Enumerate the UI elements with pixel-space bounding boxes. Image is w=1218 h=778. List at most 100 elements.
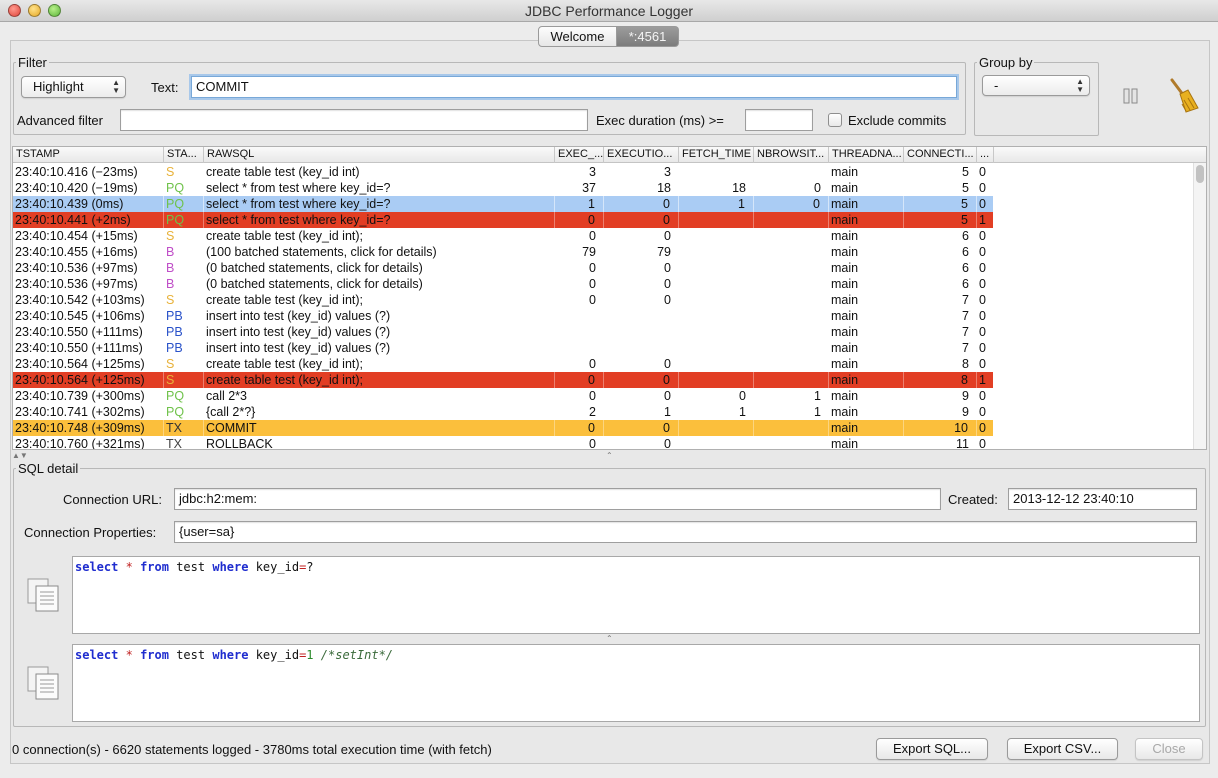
cell-timestamp: 23:40:10.545 (+106ms) [15, 309, 145, 323]
export-sql-button[interactable]: Export SQL... [876, 738, 988, 760]
splitter-arrows-icon[interactable]: ▲▼ [12, 451, 28, 460]
group-by-select[interactable]: - ▲ ▼ [982, 75, 1090, 96]
copy-raw-sql-icon[interactable] [26, 577, 60, 613]
cell-timestamp: 23:40:10.550 (+111ms) [15, 341, 143, 355]
cell-error: 0 [979, 437, 986, 450]
table-row[interactable]: 23:40:10.545 (+106ms) PB insert into test … [13, 308, 993, 324]
cell-connection: 6 [962, 245, 969, 259]
table-row[interactable]: 23:40:10.439 (0ms) PQ select * from test w… [13, 196, 994, 212]
tab-connection[interactable]: *:4561 [617, 26, 679, 47]
cell-raw-sql: create table test (key_id int); [206, 229, 364, 243]
cell-timestamp: 23:40:10.454 (+15ms) [15, 229, 138, 243]
cell-exec-time: 2 [589, 405, 596, 419]
table-scrollbar[interactable] [1193, 163, 1206, 449]
column-header[interactable]: TSTAMP [13, 147, 164, 163]
cell-nb-rows [754, 260, 829, 276]
cell-exec-time: 0 [555, 212, 604, 228]
cell-raw-sql: (100 batched statements, click for detai… [206, 245, 437, 259]
table-row[interactable]: 23:40:10.760 (+321ms) TX ROLLBACK 0 0 main 11 0 [13, 436, 993, 450]
exclude-commits-label: Exclude commits [848, 113, 947, 128]
column-header[interactable]: CONNECTI... [904, 147, 977, 163]
table-row[interactable]: 23:40:10.550 (+111ms) PB insert into test … [13, 324, 993, 340]
copy-filled-sql-icon[interactable] [26, 665, 60, 701]
export-csv-button[interactable]: Export CSV... [1007, 738, 1118, 760]
exec-duration-input[interactable] [745, 109, 813, 131]
filter-text-input[interactable]: COMMIT [191, 76, 957, 98]
cell-execution-time: 0 [604, 196, 679, 212]
table-row[interactable]: 23:40:10.536 (+97ms) B (0 batched statemen… [13, 260, 993, 276]
sql-splitter-handle-icon[interactable]: ⌃ [606, 634, 613, 643]
cell-status: S [166, 293, 175, 307]
cell-timestamp: 23:40:10.441 (+2ms) [13, 212, 164, 228]
column-header[interactable]: FETCH_TIME [679, 147, 754, 163]
table-row[interactable]: 23:40:10.455 (+16ms) B (100 batched statem… [13, 244, 993, 260]
filter-mode-select[interactable]: Highlight ▲ ▼ [21, 76, 126, 98]
cell-nb-rows: 0 [754, 196, 829, 212]
cell-error: 0 [979, 357, 986, 371]
created-field[interactable]: 2013-12-12 23:40:10 [1008, 488, 1197, 510]
table-scroll-thumb[interactable] [1196, 165, 1204, 183]
table-row[interactable]: 23:40:10.454 (+15ms) Screate table test (… [13, 228, 993, 244]
table-row[interactable]: 23:40:10.420 (−19ms) PQ select * from test… [13, 180, 993, 196]
cell-exec-time: 0 [589, 389, 596, 403]
window-title: JDBC Performance Logger [524, 3, 694, 19]
cell-execution-time: 0 [664, 389, 671, 403]
exclude-commits-checkbox[interactable] [828, 113, 842, 127]
table-row[interactable]: 23:40:10.550 (+111ms) PB insert into test … [13, 340, 993, 356]
splitter-handle-icon[interactable]: ⌃ [606, 451, 613, 460]
statements-table[interactable]: TSTAMP STA... RAWSQL EXEC_... EXECUTIO..… [12, 146, 1207, 450]
cell-connection: 8 [962, 357, 969, 371]
cell-exec-time: 0 [555, 372, 604, 388]
cell-thread-name: main [829, 372, 904, 388]
cell-nb-rows [754, 308, 829, 324]
cell-connection: 7 [962, 293, 969, 307]
cell-raw-sql: insert into test (key_id) values (?) [206, 309, 391, 323]
cell-connection: 5 [904, 212, 977, 228]
column-header[interactable]: STA... [164, 147, 204, 163]
table-row[interactable]: 23:40:10.564 (+125ms) Screate table test … [13, 356, 993, 372]
cell-timestamp: 23:40:10.741 (+302ms) [15, 405, 145, 419]
cell-connection: 6 [962, 277, 969, 291]
cell-timestamp: 23:40:10.760 (+321ms) [15, 437, 145, 450]
column-header[interactable]: RAWSQL [204, 147, 555, 163]
cell-fetch-time: 1 [679, 196, 754, 212]
column-header[interactable]: NBROWSIT... [754, 147, 829, 163]
table-row[interactable]: 23:40:10.564 (+125ms) Screate table test … [13, 372, 994, 388]
cell-connection: 5 [962, 181, 969, 195]
table-row[interactable]: 23:40:10.739 (+300ms) PQ call 2*3 0 0 0 1 main 9… [13, 388, 993, 404]
connection-properties-field[interactable]: {user=sa} [174, 521, 1197, 543]
column-header[interactable]: THREADNA... [829, 147, 904, 163]
table-row[interactable]: 23:40:10.536 (+97ms) B (0 batched statemen… [13, 276, 993, 292]
cell-status: S [166, 357, 175, 371]
filled-sql-area[interactable]: select * from test where key_id=1 /*setI… [72, 644, 1200, 722]
pause-icon[interactable] [1122, 88, 1140, 104]
cell-exec-time: 0 [589, 261, 596, 275]
table-row[interactable]: 23:40:10.416 (−23ms) Screate table test (… [13, 164, 993, 180]
cell-connection: 9 [962, 389, 969, 403]
cell-nb-rows [754, 212, 829, 228]
cell-execution-time [604, 324, 679, 340]
raw-sql-area[interactable]: select * from test where key_id=? [72, 556, 1200, 634]
advanced-filter-input[interactable] [120, 109, 588, 131]
tab-welcome[interactable]: Welcome [538, 26, 617, 47]
cell-execution-time [604, 308, 679, 324]
cell-status: B [166, 245, 175, 259]
column-header[interactable]: ... [977, 147, 994, 163]
table-row[interactable]: 23:40:10.741 (+302ms) PQ {call 2*?} 2 1 1 1 mai… [13, 404, 993, 420]
cell-error: 0 [979, 325, 986, 339]
cell-exec-time [555, 340, 604, 356]
cell-execution-time [604, 340, 679, 356]
close-button[interactable]: Close [1135, 738, 1203, 760]
table-row[interactable]: 23:40:10.441 (+2ms) PQ select * from test … [13, 212, 994, 228]
cell-connection: 6 [962, 229, 969, 243]
table-row[interactable]: 23:40:10.542 (+103ms) Screate table test … [13, 292, 993, 308]
column-header[interactable]: EXECUTIO... [604, 147, 679, 163]
cell-connection: 6 [962, 261, 969, 275]
clear-broom-icon[interactable] [1166, 78, 1202, 114]
cell-error: 0 [979, 229, 986, 243]
table-row[interactable]: 23:40:10.748 (+309ms) TX COMMIT 0 0 main 10 0 [13, 420, 994, 436]
column-header[interactable]: EXEC_... [555, 147, 604, 163]
connection-url-field[interactable]: jdbc:h2:mem: [174, 488, 941, 510]
cell-thread-name: main [831, 325, 859, 339]
cell-error: 0 [979, 245, 986, 259]
